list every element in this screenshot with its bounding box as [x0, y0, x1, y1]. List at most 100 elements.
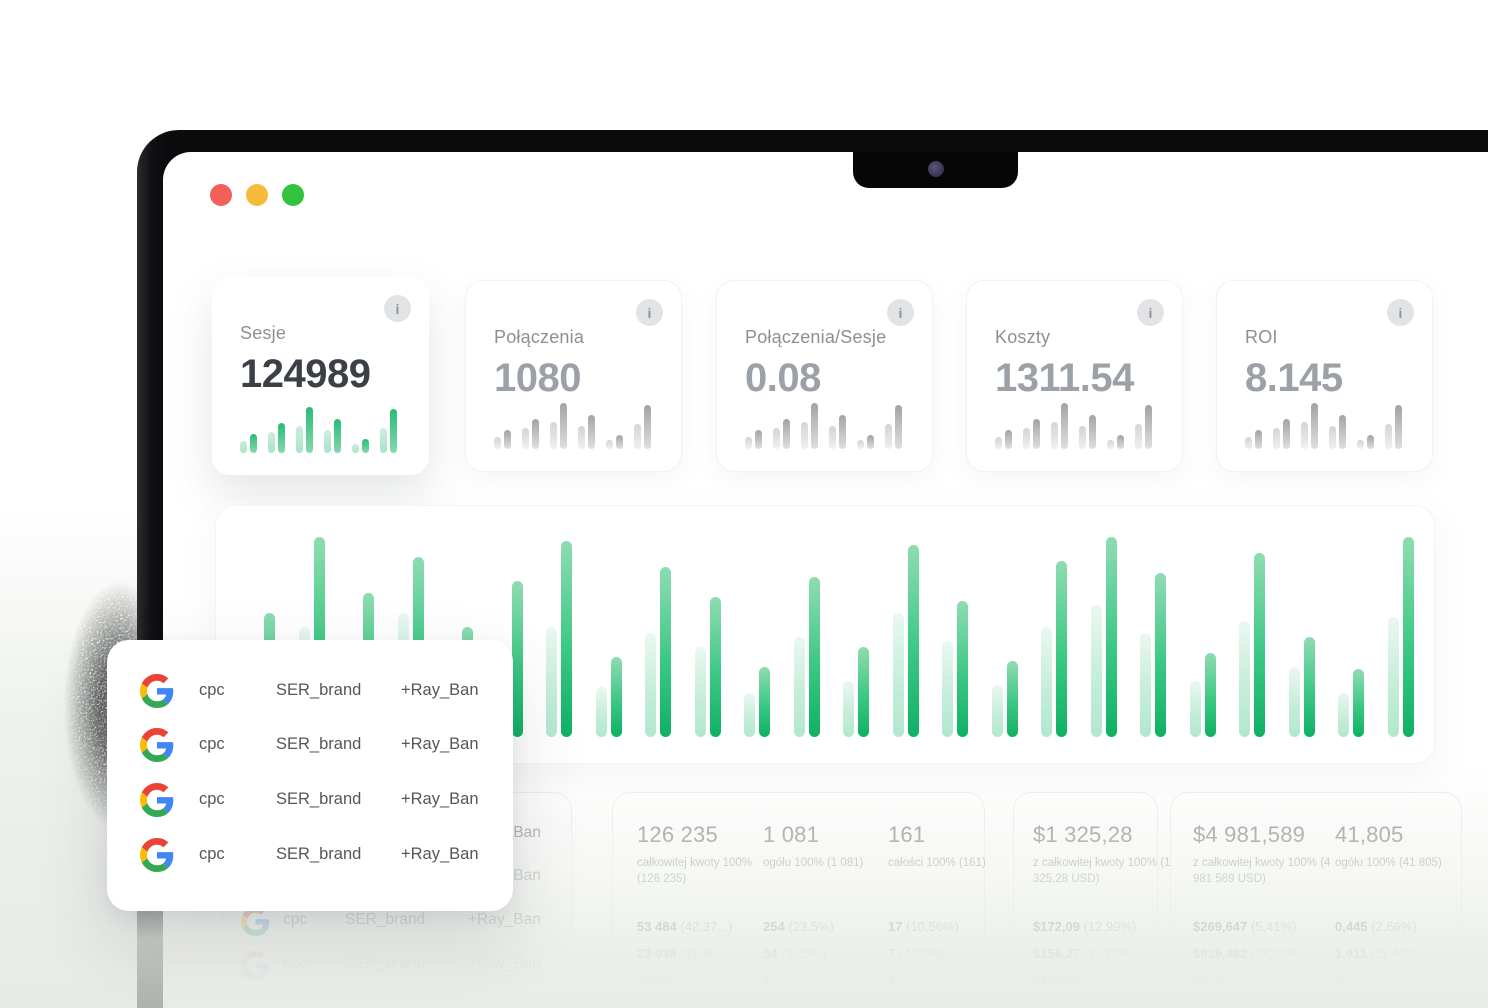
- keyword-row[interactable]: cpcSER_brand+Ray_Ban: [107, 783, 513, 823]
- stat-row: $0 (0%): [1193, 973, 1343, 988]
- kpi-label: ROI: [1245, 327, 1406, 348]
- google-icon: [140, 783, 174, 817]
- chart-bar-dark: [759, 667, 770, 737]
- google-icon: [140, 838, 174, 872]
- kpi-card-polaczenia[interactable]: i Połączenia 1080: [465, 280, 682, 472]
- info-icon[interactable]: i: [1387, 299, 1414, 326]
- chart-bar-dark: [611, 657, 622, 737]
- sparkline-bar: [334, 419, 341, 453]
- chart-bar-light: [794, 637, 805, 737]
- kpi-card-sesje[interactable]: i Sesje 124989: [212, 277, 429, 475]
- sparkline-bar: [278, 423, 285, 453]
- sparkline-bar: [1061, 403, 1068, 449]
- sparkline-bar: [1273, 428, 1280, 449]
- sparkline-bar: [644, 405, 651, 449]
- keyword-row-faded: cpcSER_brand+Ray_Ban: [222, 907, 572, 941]
- sparkline-bar: [745, 437, 752, 449]
- sparkline-bar: [1051, 422, 1058, 449]
- chart-bar-light: [1388, 617, 1399, 737]
- sparkline-bar: [1301, 422, 1308, 449]
- sparkline-bar: [1357, 440, 1364, 449]
- stat-column: 126 235całkowitej kwoty 100% (126 235)53…: [637, 822, 755, 887]
- sparkline-bar: [1005, 430, 1012, 449]
- sparkline-bar: [578, 426, 585, 449]
- kpi-sparkline: [1245, 401, 1402, 449]
- sparkline-pair: [829, 415, 846, 449]
- sparkline-bar: [829, 426, 836, 449]
- stat-column: $4 981,589z całkowitej kwoty 100% (4 981…: [1193, 822, 1343, 887]
- sparkline-pair: [773, 419, 790, 449]
- stat-subtext: całości 100% (161): [888, 855, 998, 871]
- info-icon[interactable]: i: [636, 299, 663, 326]
- sparkline-bar: [755, 430, 762, 449]
- stat-column: $1 325,28z całkowitej kwoty 100% (1 325,…: [1033, 822, 1173, 887]
- kpi-sparkline: [494, 401, 651, 449]
- chart-bar-dark: [858, 647, 869, 737]
- info-icon[interactable]: i: [1137, 299, 1164, 326]
- sparkline-bar: [867, 435, 874, 449]
- campaign-label: SER_brand: [276, 681, 361, 700]
- keyword-row[interactable]: cpcSER_brand+Ray_Ban: [107, 728, 513, 768]
- stat-row: 7 (4,35%): [888, 946, 1038, 961]
- stat-subtext: ogółu 100% (1 081): [763, 855, 873, 871]
- stat-column: 161całości 100% (161)17 (10,56%)7 (4,35%…: [888, 822, 998, 871]
- chart-bar-light: [1041, 627, 1052, 737]
- sparkline-pair: [1051, 403, 1068, 449]
- sparkline-bar: [1311, 403, 1318, 449]
- info-icon[interactable]: i: [384, 295, 411, 322]
- sparkline-bar: [1145, 405, 1152, 449]
- sparkline-bar: [1367, 435, 1374, 449]
- kpi-card-koszty[interactable]: i Koszty 1311.54: [966, 280, 1183, 472]
- keyword-label: +Ray_Ban: [401, 681, 479, 700]
- sparkline-pair: [240, 434, 257, 453]
- kpi-card-roi[interactable]: i ROI 8.145: [1216, 280, 1433, 472]
- keyword-row[interactable]: cpcSER_brand+Ray_Ban: [107, 674, 513, 714]
- stat-row: $156,27 (11,79%): [1033, 946, 1183, 961]
- keyword-row[interactable]: cpcSER_brand+Ray_Ban: [107, 838, 513, 878]
- sparkline-pair: [1107, 435, 1124, 449]
- sparkline-bar: [1395, 405, 1402, 449]
- sparkline-bar: [504, 430, 511, 449]
- sparkline-bar: [1283, 419, 1290, 449]
- sparkline-bar: [380, 428, 387, 453]
- chart-bar-dark: [1403, 537, 1414, 737]
- chart-bar-dark: [957, 601, 968, 737]
- kpi-sparkline: [995, 401, 1152, 449]
- kpi-sparkline: [745, 401, 902, 449]
- stat-row: $172,09 (12,99%): [1033, 919, 1183, 934]
- chart-bar-light: [893, 613, 904, 737]
- sparkline-bar: [1117, 435, 1124, 449]
- sparkline-bar: [801, 422, 808, 449]
- chart-bar-dark: [1106, 537, 1117, 737]
- zoom-window-dot[interactable]: [282, 184, 304, 206]
- stat-row: 17 (10,56%): [888, 919, 1038, 934]
- campaign-label: SER_brand: [276, 790, 361, 809]
- stat-subtext: całkowitej kwoty 100% (126 235): [637, 855, 755, 887]
- sparkline-pair: [268, 423, 285, 453]
- chart-bar-light: [1338, 693, 1349, 737]
- stat-header: 126 235: [637, 822, 755, 848]
- google-keywords-card: cpcSER_brand+Ray_Ban cpcSER_brand+Ray_Ban…: [107, 640, 513, 911]
- sparkline-bar: [1329, 426, 1336, 449]
- info-icon[interactable]: i: [887, 299, 914, 326]
- close-window-dot[interactable]: [210, 184, 232, 206]
- stat-row: 0,445 (2,66%): [1335, 919, 1485, 934]
- chart-bar-dark: [512, 581, 523, 737]
- campaign-label: SER_brand: [276, 735, 361, 754]
- sparkline-bar: [1245, 437, 1252, 449]
- minimize-window-dot[interactable]: [246, 184, 268, 206]
- chart-bar-dark: [710, 597, 721, 737]
- kpi-card-polaczenia-sesje[interactable]: i Połączenia/Sesje 0.08: [716, 280, 933, 472]
- sparkline-pair: [857, 435, 874, 449]
- sparkline-bar: [773, 428, 780, 449]
- stat-row: 1,911 (11,43%): [1335, 946, 1485, 961]
- stat-row: $130,85 (9,87%): [1033, 973, 1183, 988]
- sparkline-bar: [1023, 428, 1030, 449]
- stat-header: $4 981,589: [1193, 822, 1343, 848]
- kpi-sparkline: [240, 405, 397, 453]
- sparkline-bar: [390, 409, 397, 453]
- sparkline-pair: [296, 407, 313, 453]
- sparkline-pair: [745, 430, 762, 449]
- chart-bar-dark: [1056, 561, 1067, 737]
- hero-mockup: i Sesje 124989 i Połączenia 1080 i Połąc…: [0, 0, 1488, 1008]
